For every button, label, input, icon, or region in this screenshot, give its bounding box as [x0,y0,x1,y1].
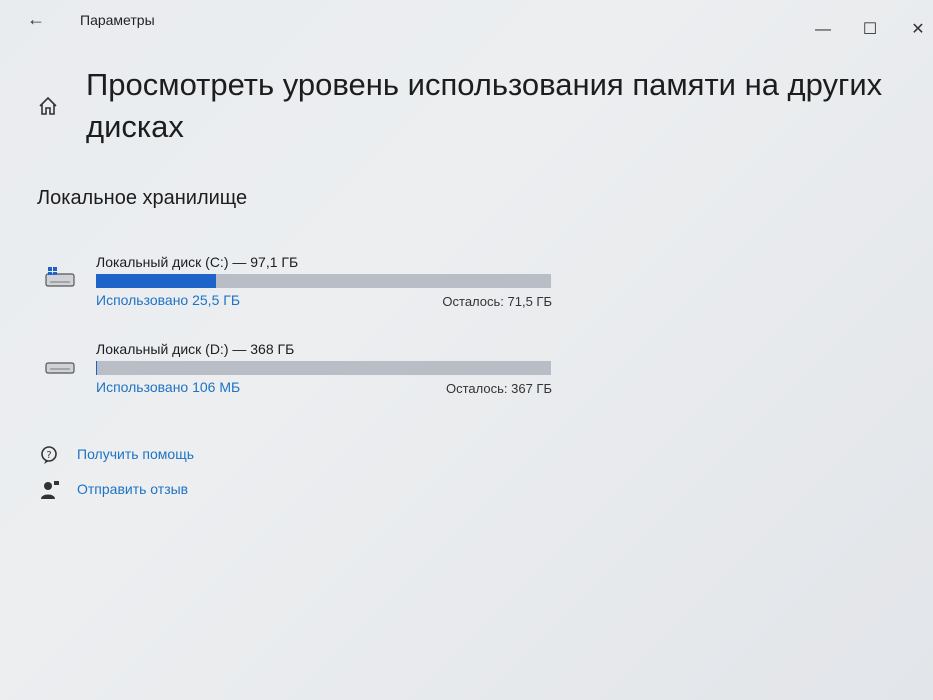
get-help-link[interactable]: ? Получить помощь [40,443,340,467]
disk-name: Локальный диск (C:) — 97,1 ГБ [96,254,299,270]
get-help-label[interactable]: Получить помощь [77,446,194,462]
disk-item-c[interactable]: Локальный диск (C:) — 97,1 ГБ Использова… [40,252,560,322]
section-title: Локальное хранилище [37,187,248,209]
disk-used-label: Использовано 25,5 ГБ [96,292,241,308]
disk-item-d[interactable]: Локальный диск (D:) — 368 ГБ Использован… [40,339,560,409]
app-title: Параметры [80,12,155,28]
title-bar: ← Параметры — ☐ ✕ [0,0,933,40]
disk-name: Локальный диск (D:) — 368 ГБ [96,341,295,357]
disk-usage-fill [96,274,216,288]
disk-free-label: Осталось: 71,5 ГБ [442,294,552,309]
home-icon[interactable] [37,95,59,117]
disk-usage-bar [96,274,551,288]
back-button[interactable]: ← [22,8,50,30]
svg-text:?: ? [46,450,51,461]
disk-usage-bar [96,361,551,375]
send-feedback-link[interactable]: Отправить отзыв [40,478,340,502]
arrow-left-icon: ← [27,9,45,29]
feedback-person-icon [40,480,60,500]
windows-drive-icon [44,266,76,292]
disk-used-label: Использовано 106 МБ [96,379,241,395]
minimize-button[interactable]: — [808,20,838,40]
send-feedback-label[interactable]: Отправить отзыв [77,481,188,497]
drive-icon [44,353,76,379]
help-chat-icon: ? [40,445,60,465]
disk-free-label: Осталось: 367 ГБ [446,381,552,396]
page-title: Просмотреть уровень использования памяти… [86,67,883,144]
settings-window: ← Параметры — ☐ ✕ Просмотреть уровень ис… [0,0,933,700]
maximize-button[interactable]: ☐ [855,20,885,40]
close-button[interactable]: ✕ [903,20,933,40]
